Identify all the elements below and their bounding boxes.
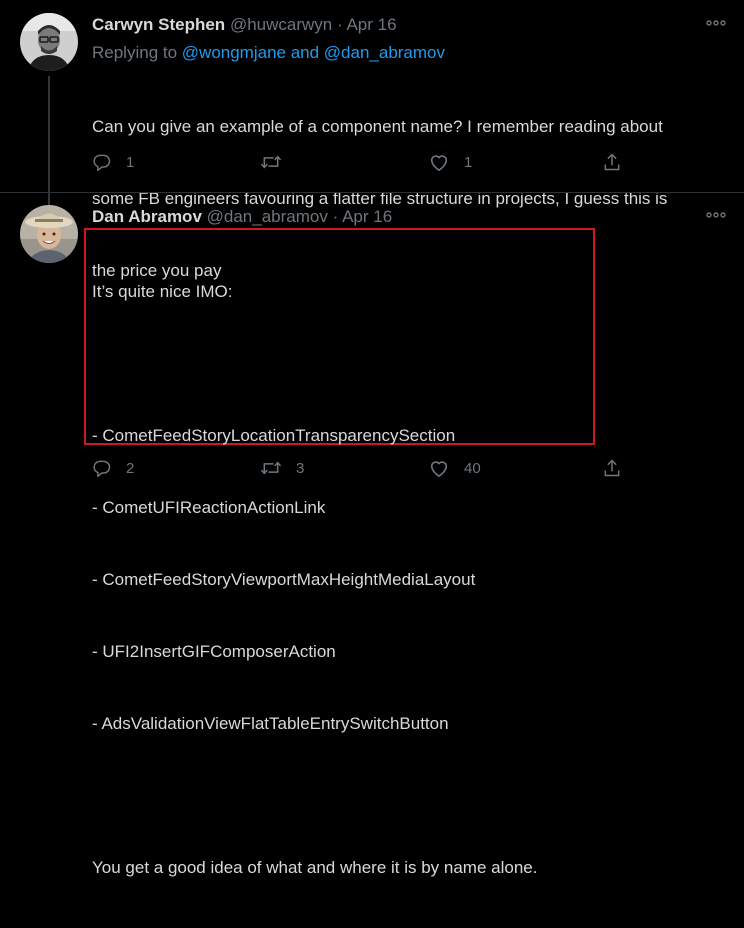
share-icon xyxy=(604,459,620,477)
retweet-button[interactable]: 3 xyxy=(260,457,304,479)
tweet-body-line xyxy=(92,784,592,808)
retweet-icon xyxy=(260,461,282,475)
tweet-date[interactable]: Apr 16 xyxy=(342,207,392,226)
tweet-date[interactable]: Apr 16 xyxy=(346,15,396,34)
share-button[interactable] xyxy=(602,457,622,479)
display-name[interactable]: Dan Abramov xyxy=(92,207,202,226)
tweet-actions: 2 3 40 xyxy=(92,457,632,479)
tweet-actions: 1 1 xyxy=(92,151,632,173)
retweet-count: 3 xyxy=(296,459,305,477)
separator-dot: · xyxy=(332,207,339,226)
reply-button[interactable]: 1 xyxy=(92,151,134,173)
tweet-dan[interactable]: Dan Abramov @dan_abramov · Apr 16 It’s q… xyxy=(0,192,744,877)
like-count: 40 xyxy=(464,459,481,477)
tweet-body-line: - UFI2InsertGIFComposerAction xyxy=(92,642,336,661)
user-handle[interactable]: @dan_abramov xyxy=(207,207,328,226)
avatar[interactable] xyxy=(20,205,78,263)
display-name[interactable]: Carwyn Stephen xyxy=(92,15,225,34)
tweet-carwyn[interactable]: Carwyn Stephen @huwcarwyn · Apr 16 Reply… xyxy=(0,0,744,280)
share-icon xyxy=(604,153,620,171)
tweet-body-line xyxy=(92,352,592,376)
reply-count: 1 xyxy=(126,153,135,171)
reply-button[interactable]: 2 xyxy=(92,457,134,479)
like-button[interactable]: 1 xyxy=(428,151,472,173)
reply-icon xyxy=(93,154,111,172)
like-count: 1 xyxy=(464,153,473,171)
reply-count: 2 xyxy=(126,459,135,477)
retweet-button[interactable] xyxy=(260,151,296,173)
share-button[interactable] xyxy=(602,151,622,173)
tweet-body-line: - CometFeedStoryLocationTransparencySect… xyxy=(92,426,456,445)
like-icon xyxy=(430,461,448,477)
like-icon xyxy=(430,155,448,171)
more-icon[interactable] xyxy=(704,13,728,30)
tweet-body-line: - AdsValidationViewFlatTableEntrySwitchB… xyxy=(92,714,449,733)
more-icon[interactable] xyxy=(704,205,728,222)
avatar-carwyn-image xyxy=(20,13,78,71)
avatar-dan-image xyxy=(20,205,78,263)
tweet-header: Carwyn Stephen @huwcarwyn · Apr 16 xyxy=(92,14,397,36)
like-button[interactable]: 40 xyxy=(428,457,481,479)
replying-to-mentions[interactable]: @wongmjane and @dan_abramov xyxy=(182,43,445,62)
tweet-body-line: It’s quite nice IMO: xyxy=(92,282,233,301)
tweet-body-line: You get a good idea of what and where it… xyxy=(92,858,538,877)
replying-to-prefix: Replying to xyxy=(92,43,182,62)
retweet-icon xyxy=(260,155,282,169)
tweet-body-line: Can you give an example of a component n… xyxy=(92,117,663,136)
reply-icon xyxy=(93,460,111,478)
avatar[interactable] xyxy=(20,13,78,71)
tweet-header: Dan Abramov @dan_abramov · Apr 16 xyxy=(92,206,392,228)
tweet-body-line: - CometFeedStoryViewportMaxHeightMediaLa… xyxy=(92,570,476,589)
replying-to: Replying to @wongmjane and @dan_abramov xyxy=(92,42,445,64)
tweet-body: It’s quite nice IMO: - CometFeedStoryLoc… xyxy=(92,232,592,928)
separator-dot: · xyxy=(336,15,343,34)
user-handle[interactable]: @huwcarwyn xyxy=(230,15,332,34)
tweet-body-line: - CometUFIReactionActionLink xyxy=(92,498,326,517)
